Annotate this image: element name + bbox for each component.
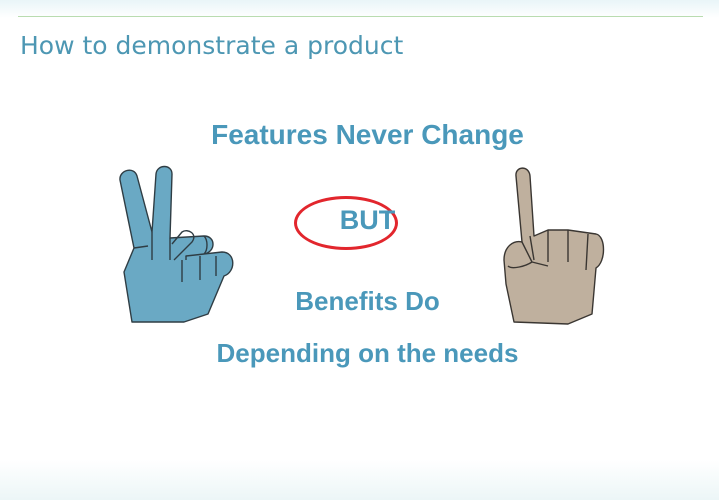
top-divider (18, 16, 703, 17)
slide-title: How to demonstrate a product (20, 31, 404, 60)
slide: How to demonstrate a product Features Ne… (0, 0, 719, 500)
depending-on-needs-text: Depending on the needs (216, 338, 519, 368)
features-never-change-text: Features Never Change (211, 119, 524, 150)
but-text: BUT (339, 205, 396, 235)
benefits-do-text: Benefits Do (295, 286, 440, 316)
